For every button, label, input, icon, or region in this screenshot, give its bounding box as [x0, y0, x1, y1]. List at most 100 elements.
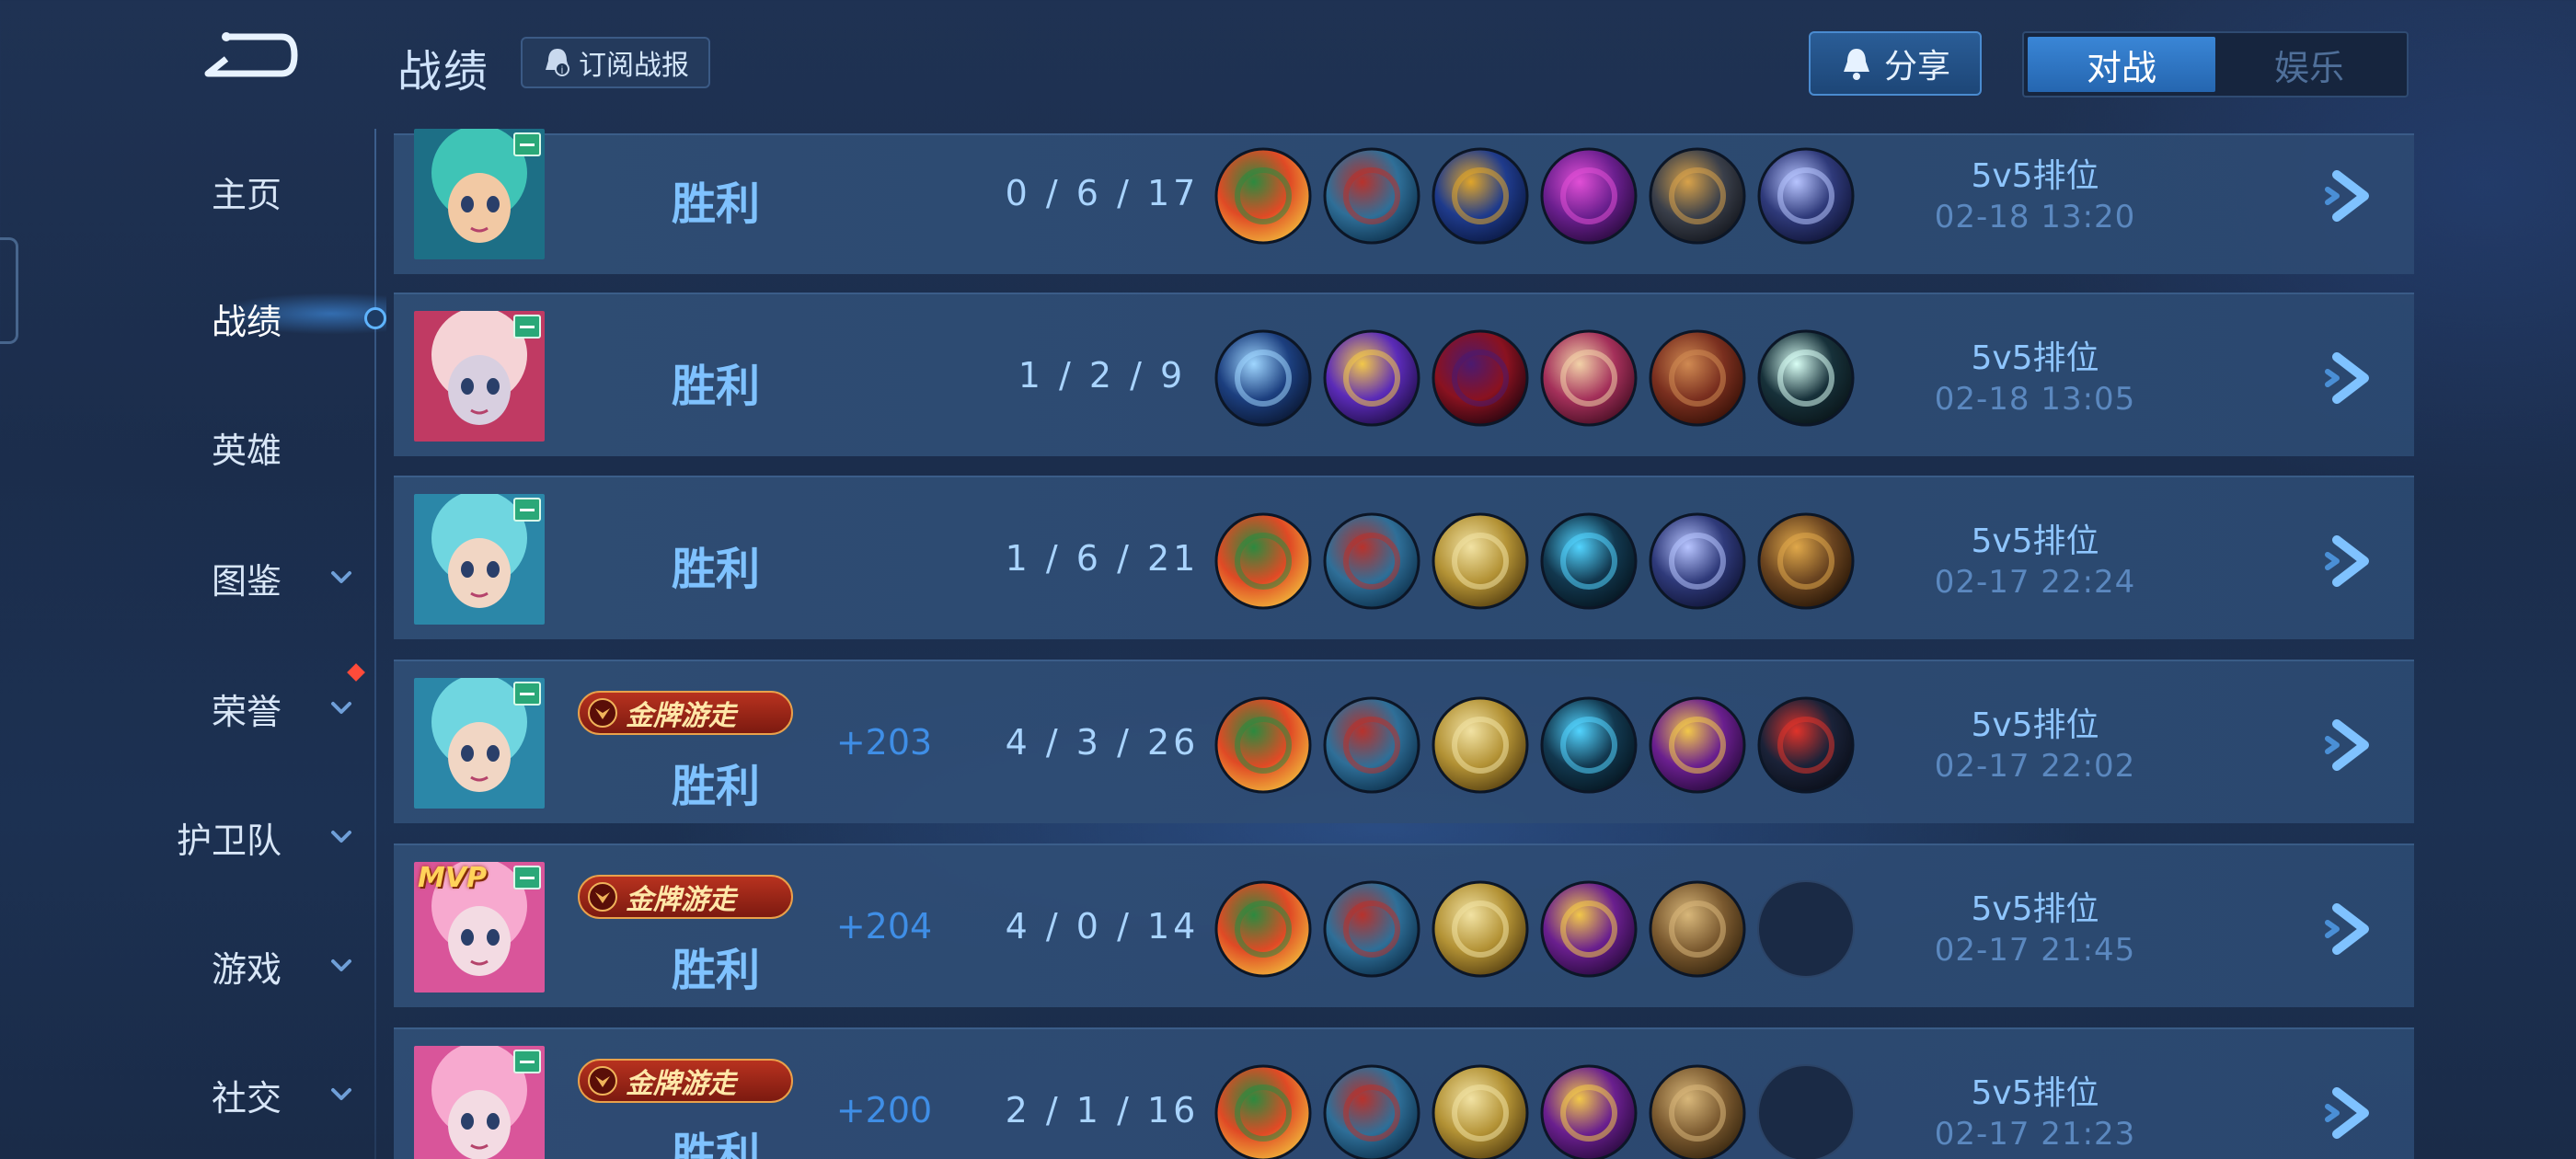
- match-result: 胜利: [671, 361, 760, 412]
- serpent-emblem-icon: [1214, 880, 1312, 978]
- match-row[interactable]: 金牌游走 胜利 +200 2 / 1 / 16 5v5排位 02-17 21:23: [394, 1027, 2414, 1159]
- match-row[interactable]: MVP 金牌游走 胜利 +204 4 / 0 / 14 5v5排位 02-17 21:45: [394, 843, 2414, 1007]
- hero-avatar: [414, 494, 545, 625]
- share-bell-icon: [1843, 49, 1869, 80]
- kda-score: 4 / 0 / 14: [1005, 906, 1200, 947]
- gold-purple-scepter-icon: [1540, 880, 1638, 978]
- chevron-right-icon[interactable]: [2320, 164, 2385, 228]
- rank-marker-icon: [513, 682, 541, 706]
- share-button[interactable]: 分享: [1809, 31, 1982, 96]
- hero-avatar: [414, 1046, 545, 1159]
- match-mode: 5v5排位: [1971, 522, 2099, 560]
- sidebar-item-label: 游戏: [211, 948, 282, 990]
- sidebar-item-label: 护卫队: [176, 820, 282, 861]
- blue-scythe-icon: [1540, 512, 1638, 610]
- tab-battle[interactable]: 对战: [2028, 37, 2215, 92]
- purple-wing-staff-icon: [1323, 329, 1420, 427]
- chevron-down-icon: [331, 1088, 351, 1100]
- match-result: 胜利: [671, 178, 760, 230]
- back-arrow-icon[interactable]: [190, 31, 300, 86]
- purple-staff-icon: [1540, 147, 1638, 245]
- red-boots-icon: [1323, 696, 1420, 794]
- hero-avatar: [414, 678, 545, 809]
- golden-gauntlet-icon: [1432, 512, 1529, 610]
- page-title: 战绩: [397, 46, 490, 98]
- serpent-emblem-icon: [1214, 512, 1312, 610]
- horned-armor-icon: [1649, 147, 1746, 245]
- golden-gauntlet-icon: [1432, 1064, 1529, 1159]
- gold-roamer-badge: 金牌游走: [578, 1059, 793, 1103]
- sidebar-item[interactable]: 图鉴: [0, 541, 377, 614]
- blue-scythe-icon: [1540, 696, 1638, 794]
- sidebar-item[interactable]: 战绩: [0, 281, 377, 355]
- rank-points: +204: [835, 906, 933, 947]
- scroll-tome-icon: [1540, 329, 1638, 427]
- red-boots-icon: [1323, 512, 1420, 610]
- sidebar-item-label: 社交: [211, 1077, 282, 1119]
- mvp-label: MVP: [418, 862, 488, 894]
- sidebar-item-label: 荣誉: [211, 691, 282, 732]
- match-row[interactable]: 胜利 0 / 6 / 17 5v5排位 02-18 13:20: [394, 129, 2414, 274]
- rank-marker-icon: [513, 315, 541, 339]
- hero-avatar: MVP: [414, 862, 545, 993]
- hero-avatar: [414, 311, 545, 442]
- badge-emblem-icon: [588, 882, 617, 912]
- sidebar-item-label: 战绩: [211, 301, 282, 342]
- chevron-right-icon[interactable]: [2320, 529, 2385, 593]
- gold-purple-scepter-icon: [1649, 696, 1746, 794]
- match-time: 02-17 21:45: [1934, 932, 2136, 969]
- red-book-icon: [1649, 329, 1746, 427]
- svg-text:i: i: [561, 63, 564, 76]
- sidebar-item-label: 图鉴: [211, 560, 282, 602]
- match-result: 胜利: [671, 761, 760, 812]
- sidebar-item[interactable]: 英雄: [0, 410, 377, 484]
- sidebar-item[interactable]: 主页: [0, 155, 377, 228]
- kda-score: 4 / 3 / 26: [1005, 722, 1200, 763]
- sidebar-item-label: 英雄: [211, 430, 282, 471]
- red-gem-icon: [1757, 696, 1855, 794]
- wooden-crate-icon: [1649, 1064, 1746, 1159]
- sidebar-item[interactable]: 社交: [0, 1058, 377, 1131]
- wooden-crate-icon: [1649, 880, 1746, 978]
- serpent-emblem-icon: [1214, 147, 1312, 245]
- sidebar-item[interactable]: 游戏: [0, 929, 377, 1003]
- match-row[interactable]: 金牌游走 胜利 +203 4 / 3 / 26 5v5排位 02-17 22:02: [394, 660, 2414, 823]
- mode-tabs: 对战 娱乐: [2022, 31, 2409, 98]
- sidebar-item[interactable]: 荣誉: [0, 671, 377, 745]
- gold-roamer-badge: 金牌游走: [578, 875, 793, 919]
- chevron-right-icon[interactable]: [2320, 1081, 2385, 1145]
- chevron-right-icon[interactable]: [2320, 713, 2385, 777]
- rank-marker-icon: [513, 132, 541, 156]
- bell-icon: i: [546, 49, 569, 76]
- match-mode: 5v5排位: [1971, 1074, 2099, 1112]
- badge-label: 金牌游走: [626, 700, 736, 732]
- match-row[interactable]: 胜利 1 / 6 / 21 5v5排位 02-17 22:24: [394, 476, 2414, 639]
- match-time: 02-18 13:05: [1934, 381, 2136, 418]
- subscribe-report-button[interactable]: i 订阅战报: [521, 37, 710, 88]
- match-time: 02-17 21:23: [1934, 1116, 2136, 1153]
- match-mode: 5v5排位: [1971, 157, 2099, 195]
- subscribe-label: 订阅战报: [579, 50, 689, 82]
- rank-marker-icon: [513, 866, 541, 889]
- match-time: 02-17 22:24: [1934, 564, 2136, 601]
- tab-entertainment[interactable]: 娱乐: [2215, 37, 2403, 92]
- rank-marker-icon: [513, 1050, 541, 1073]
- match-row[interactable]: 胜利 1 / 2 / 9 5v5排位 02-18 13:05: [394, 293, 2414, 456]
- rank-marker-icon: [513, 498, 541, 522]
- serpent-emblem-icon: [1214, 1064, 1312, 1159]
- badge-label: 金牌游走: [626, 884, 736, 916]
- rank-points: +200: [835, 1090, 933, 1130]
- chevron-down-icon: [331, 959, 351, 971]
- match-mode: 5v5排位: [1971, 706, 2099, 744]
- chevron-right-icon[interactable]: [2320, 346, 2385, 410]
- sidebar-item[interactable]: 护卫队: [0, 800, 377, 874]
- kda-score: 1 / 6 / 21: [1005, 538, 1200, 579]
- chevron-right-icon[interactable]: [2320, 897, 2385, 961]
- red-boots-icon: [1323, 880, 1420, 978]
- bronze-armor-icon: [1757, 512, 1855, 610]
- badge-label: 金牌游走: [626, 1068, 736, 1100]
- blue-boots-icon: [1214, 329, 1312, 427]
- golden-gauntlet-icon: [1432, 696, 1529, 794]
- badge-emblem-icon: [588, 1066, 617, 1096]
- rank-points: +203: [835, 722, 933, 763]
